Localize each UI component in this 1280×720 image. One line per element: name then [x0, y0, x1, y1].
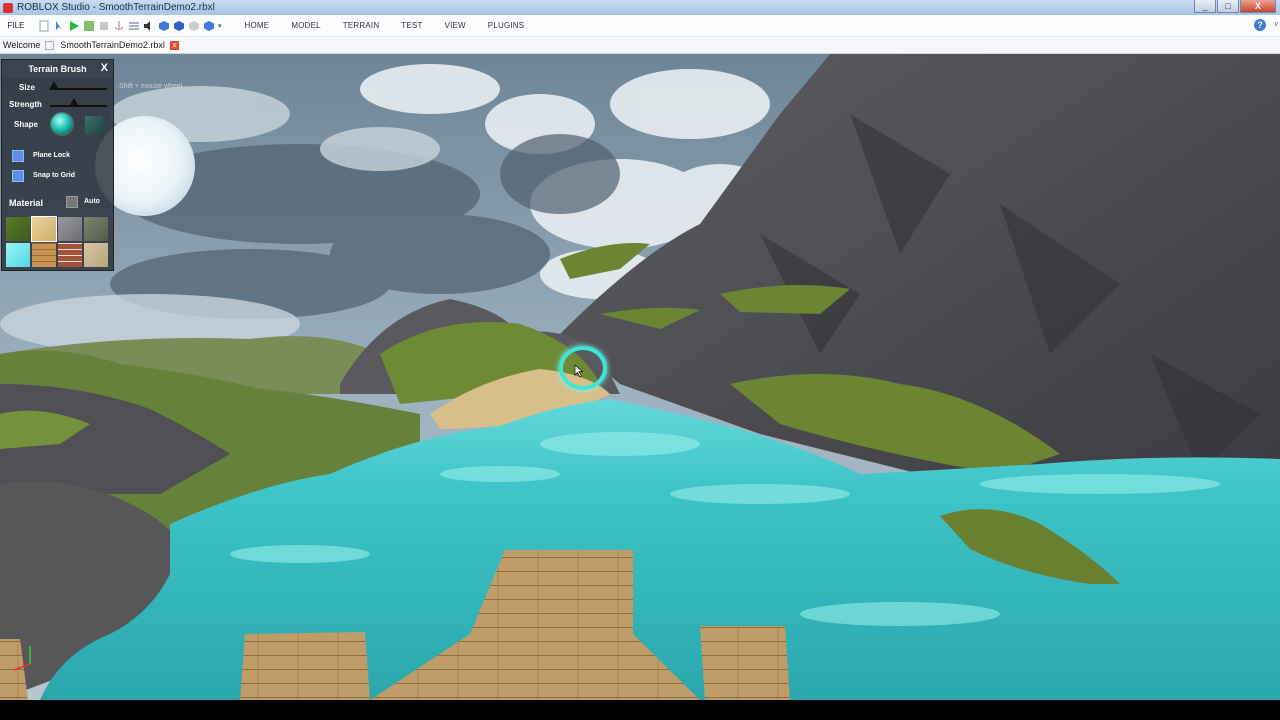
new-file-icon[interactable]: [38, 20, 50, 32]
plane-lock-label: Plane Lock: [33, 152, 70, 159]
roblox-studio-icon: [3, 2, 13, 13]
ribbon-tabs: HOME MODEL TERRAIN TEST VIEW PLUGINS: [234, 21, 536, 30]
anchor-icon[interactable]: [113, 20, 125, 32]
terrain-brush-panel: Terrain Brush X Size Strength Shape Plan…: [1, 59, 114, 271]
tab-welcome-label: Welcome: [3, 40, 41, 50]
tab-home[interactable]: HOME: [234, 21, 281, 30]
ribbon-collapse-icon[interactable]: v: [1275, 21, 1279, 28]
material-sand[interactable]: [31, 216, 57, 242]
3d-viewport[interactable]: [0, 54, 1280, 700]
stop-icon[interactable]: [98, 20, 110, 32]
tab-model[interactable]: MODEL: [280, 21, 331, 30]
maximize-button[interactable]: □: [1217, 0, 1239, 13]
minimize-button[interactable]: _: [1194, 0, 1216, 13]
material-water[interactable]: [6, 243, 30, 267]
plane-lock-checkbox[interactable]: [12, 150, 24, 162]
material-rock[interactable]: [58, 217, 82, 241]
material-brick[interactable]: [58, 243, 82, 267]
material-slate[interactable]: [84, 217, 108, 241]
tab-welcome[interactable]: Welcome: [0, 37, 57, 53]
part-cube-icon[interactable]: [173, 20, 185, 32]
part-disabled-icon[interactable]: [188, 20, 200, 32]
close-window-button[interactable]: X: [1240, 0, 1276, 13]
quick-access-toolbar: ▾: [38, 20, 222, 32]
part-block-icon[interactable]: [158, 20, 170, 32]
window-controls: _ □ X: [1193, 0, 1276, 13]
strength-slider-thumb[interactable]: [69, 98, 79, 107]
auto-material-checkbox[interactable]: [66, 196, 78, 208]
tab-smoothterraindemo2[interactable]: SmoothTerrainDemo2.rbxl x: [57, 37, 182, 53]
size-slider-thumb[interactable]: [49, 81, 59, 90]
material-grass[interactable]: [6, 217, 30, 241]
auto-label: Auto: [84, 198, 100, 205]
sound-icon[interactable]: [143, 20, 155, 32]
panel-close-button[interactable]: X: [101, 62, 108, 74]
help-icon[interactable]: ?: [1254, 19, 1266, 31]
tab-view[interactable]: VIEW: [434, 21, 477, 30]
panel-title: Terrain Brush: [28, 64, 87, 74]
document-tabs: Welcome SmoothTerrainDemo2.rbxl x: [0, 37, 1280, 54]
mouse-pointer-icon: [574, 364, 584, 378]
tab-document-label: SmoothTerrainDemo2.rbxl: [60, 40, 165, 50]
title-bar: ROBLOX Studio - SmoothTerrainDemo2.rbxl …: [0, 0, 1280, 15]
cube-shape-button[interactable]: [85, 116, 103, 134]
run-icon[interactable]: [83, 20, 95, 32]
snap-to-grid-checkbox[interactable]: [12, 170, 24, 182]
strength-label: Strength: [9, 100, 42, 109]
material-wood-planks[interactable]: [32, 243, 56, 267]
tab-terrain[interactable]: TERRAIN: [332, 21, 391, 30]
file-menu[interactable]: FILE: [0, 21, 32, 30]
menu-bar: FILE ▾ HOME MODEL TERRAIN TEST VIEW PLUG…: [0, 15, 1280, 37]
tab-document-close-icon[interactable]: x: [169, 40, 179, 50]
part-sphere-icon[interactable]: [203, 20, 215, 32]
quick-access-dropdown-icon[interactable]: ▾: [218, 22, 222, 30]
size-label: Size: [19, 83, 36, 92]
play-icon[interactable]: [68, 20, 80, 32]
material-label: Material: [9, 198, 44, 208]
terrain-scene: [0, 54, 1280, 700]
roblox-studio-window: ROBLOX Studio - SmoothTerrainDemo2.rbxl …: [0, 0, 1280, 720]
list-icon[interactable]: [128, 20, 140, 32]
material-sandstone[interactable]: [84, 243, 108, 267]
brush-size-hint: Shift + mouse wheel: [119, 83, 183, 90]
sphere-shape-button[interactable]: [51, 113, 73, 135]
tab-plugins[interactable]: PLUGINS: [477, 21, 536, 30]
shape-label: Shape: [14, 120, 39, 129]
tab-welcome-close-icon[interactable]: [45, 40, 55, 50]
tab-test[interactable]: TEST: [390, 21, 433, 30]
snap-to-grid-label: Snap to Grid: [33, 172, 75, 179]
select-icon[interactable]: [53, 20, 65, 32]
window-title: ROBLOX Studio - SmoothTerrainDemo2.rbxl: [17, 2, 215, 13]
panel-header: Terrain Brush X: [2, 60, 113, 78]
